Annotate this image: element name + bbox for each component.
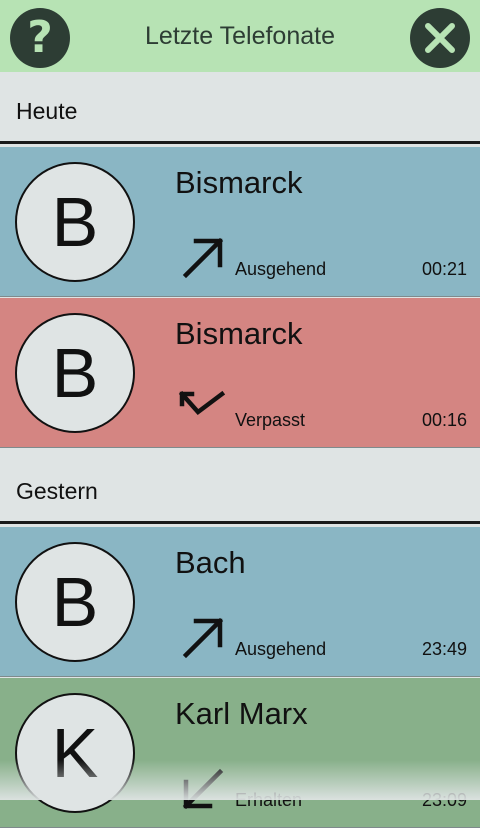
avatar: B	[15, 162, 135, 282]
close-x-icon	[425, 23, 455, 53]
outgoing-arrow-icon	[182, 237, 224, 279]
call-direction: Ausgehend	[235, 259, 327, 279]
avatar-initial: B	[51, 183, 99, 261]
avatar-initial: B	[51, 334, 99, 412]
call-direction: Verpasst	[235, 410, 306, 430]
contact-name: Bismarck	[175, 316, 303, 351]
close-button[interactable]	[410, 8, 470, 68]
section-header-today: Heute	[0, 72, 480, 144]
section-divider	[0, 521, 480, 524]
help-button[interactable]: ?	[10, 8, 70, 68]
contact-name: Bach	[175, 545, 246, 580]
question-mark-icon: ?	[27, 12, 53, 63]
contact-name: Bismarck	[175, 165, 303, 200]
avatar-initial: B	[51, 563, 99, 641]
page-title: Letzte Telefonate	[145, 22, 335, 50]
app-header: ? Letzte Telefonate	[0, 0, 480, 72]
missed-call-icon	[178, 390, 226, 416]
section-divider	[0, 141, 480, 144]
call-direction: Ausgehend	[235, 639, 327, 659]
call-time: 00:16	[421, 410, 467, 430]
section-label: Heute	[16, 98, 78, 124]
call-row[interactable]: K Karl Marx Erhalten 23:09	[0, 678, 480, 828]
outgoing-arrow-icon	[182, 617, 224, 659]
call-row[interactable]: B Bismarck Verpasst 00:16	[0, 298, 480, 448]
call-time: 23:49	[421, 639, 467, 659]
call-row[interactable]: B Bismarck Ausgehend 00:21	[0, 147, 480, 297]
scroll-fade-overlay	[0, 760, 480, 800]
call-time: 00:21	[421, 259, 467, 279]
call-row[interactable]: B Bach Ausgehend 23:49	[0, 527, 480, 677]
avatar: B	[15, 542, 135, 662]
section-header-yesterday: Gestern	[0, 452, 480, 524]
contact-name: Karl Marx	[175, 696, 308, 731]
avatar: B	[15, 313, 135, 433]
section-label: Gestern	[16, 478, 98, 504]
